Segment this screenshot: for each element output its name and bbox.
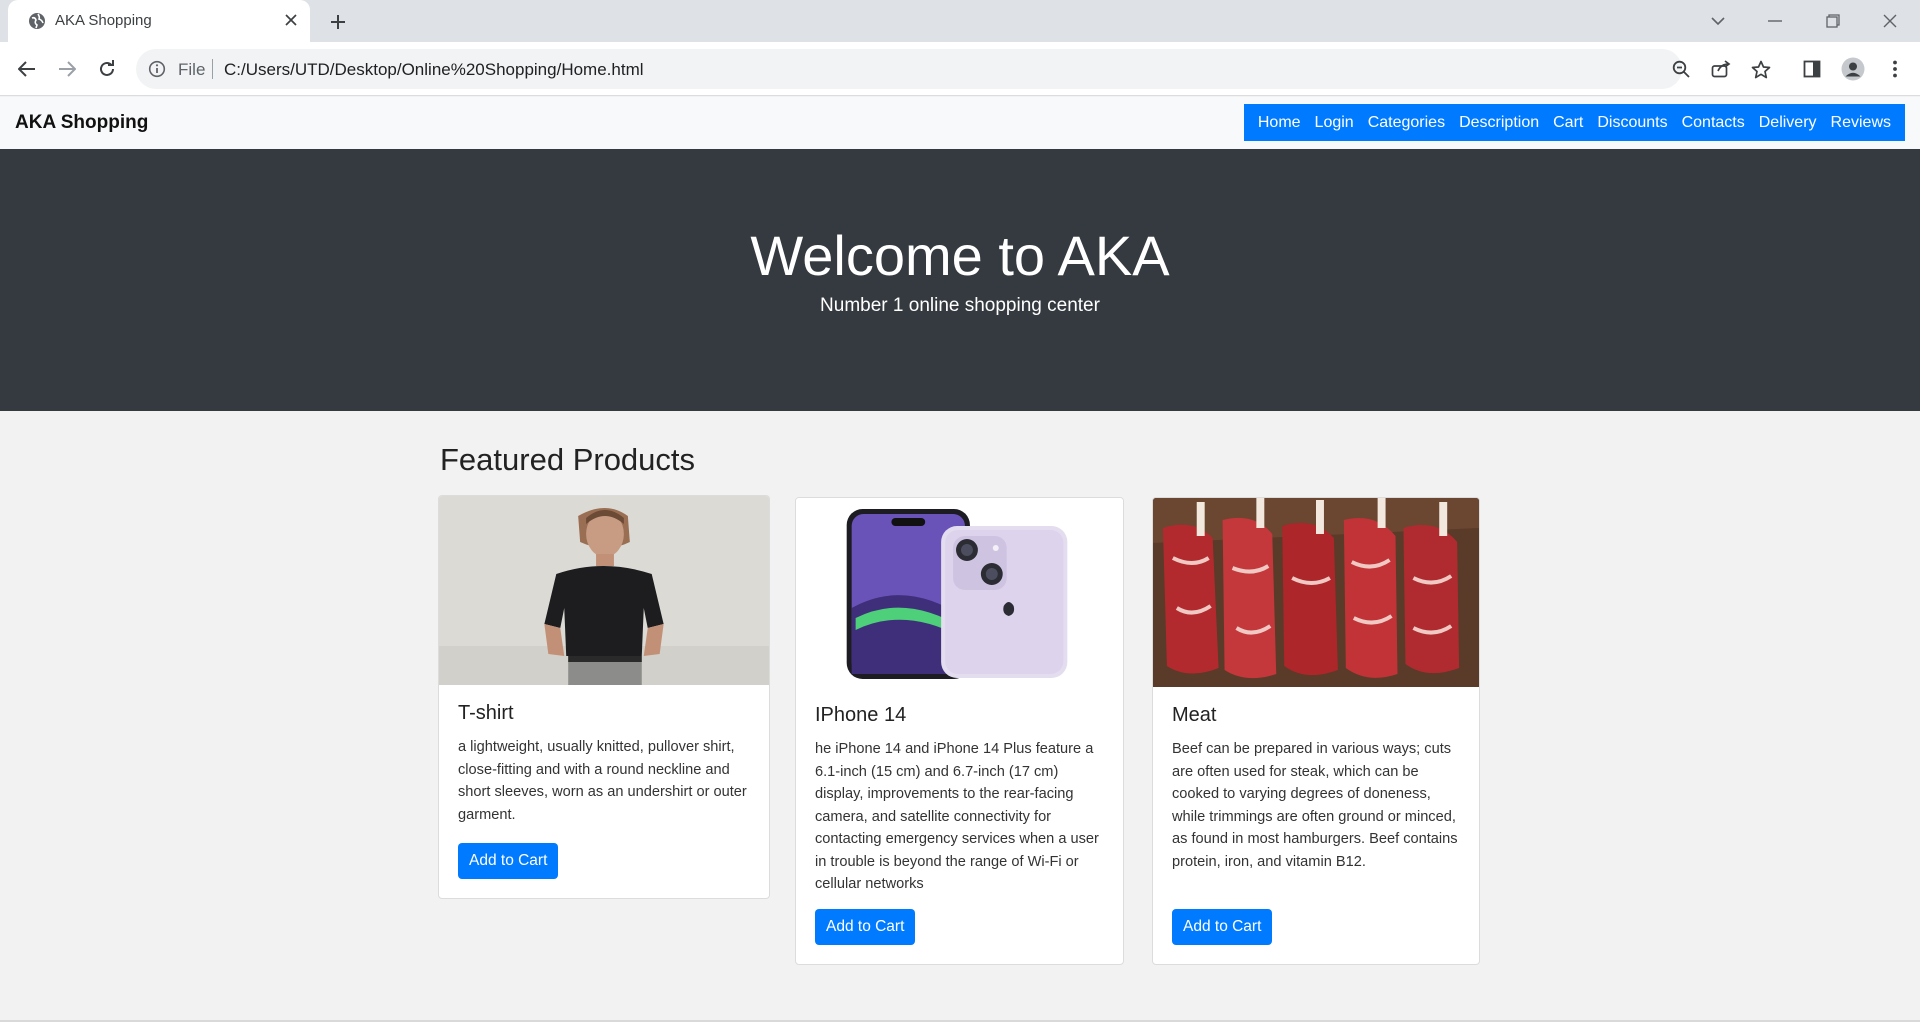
browser-toolbar: File C:/Users/UTD/Desktop/Online%20Shopp…	[0, 42, 1920, 96]
nav-link-discounts[interactable]: Discounts	[1590, 104, 1674, 141]
nav-link-description[interactable]: Description	[1452, 104, 1546, 141]
nav-link-contacts[interactable]: Contacts	[1675, 104, 1752, 141]
product-title: Meat	[1172, 704, 1217, 726]
close-tab-icon[interactable]	[280, 9, 302, 31]
nav-link-login[interactable]: Login	[1308, 104, 1361, 141]
tab-search-chevron-icon[interactable]	[1703, 6, 1733, 36]
bookmark-star-icon[interactable]	[1750, 58, 1772, 80]
omnibox-separator	[212, 59, 213, 79]
product-title: IPhone 14	[815, 704, 907, 726]
add-to-cart-button[interactable]: Add to Cart	[1172, 909, 1273, 945]
scheme-label: File	[178, 60, 206, 79]
zoom-icon[interactable]	[1670, 58, 1692, 80]
product-description: a lightweight, usually knitted, pullover…	[458, 739, 747, 823]
forward-arrow-icon[interactable]	[52, 54, 82, 84]
info-icon[interactable]	[148, 60, 166, 78]
meat-image	[1153, 498, 1479, 687]
product-description: Beef can be prepared in various ways; cu…	[1172, 741, 1458, 870]
address-bar[interactable]: File C:/Users/UTD/Desktop/Online%20Shopp…	[136, 49, 1771, 89]
browser-tabstrip: AKA Shopping	[0, 0, 1920, 42]
nav-link-reviews[interactable]: Reviews	[1824, 104, 1898, 141]
nav-link-delivery[interactable]: Delivery	[1752, 104, 1824, 141]
nav-link-home[interactable]: Home	[1251, 104, 1308, 141]
share-icon[interactable]	[1710, 58, 1732, 80]
globe-icon	[29, 13, 45, 29]
site-navbar: AKA Shopping Home Login Categories Descr…	[0, 97, 1920, 149]
nav-link-cart[interactable]: Cart	[1546, 104, 1590, 141]
product-description: he iPhone 14 and iPhone 14 Plus feature …	[815, 741, 1099, 892]
hero-banner: Welcome to AKA Number 1 online shopping …	[0, 149, 1920, 411]
hero-subtitle: Number 1 online shopping center	[820, 295, 1100, 316]
side-panel-icon[interactable]	[1797, 54, 1827, 84]
hero-title: Welcome to AKA	[750, 224, 1170, 287]
iphone-image	[796, 498, 1123, 687]
back-arrow-icon[interactable]	[12, 54, 42, 84]
add-to-cart-button[interactable]: Add to Cart	[815, 909, 916, 945]
nav-menu: Home Login Categories Description Cart D…	[1243, 104, 1905, 141]
site-brand[interactable]: AKA Shopping	[15, 112, 148, 134]
add-to-cart-button[interactable]: Add to Cart	[458, 843, 559, 879]
minimize-icon[interactable]	[1760, 6, 1790, 36]
product-card-iphone: IPhone 14 he iPhone 14 and iPhone 14 Plu…	[795, 497, 1124, 965]
product-card-meat: Meat Beef can be prepared in various way…	[1152, 497, 1480, 965]
tab-title: AKA Shopping	[55, 12, 152, 29]
web-page: AKA Shopping Home Login Categories Descr…	[0, 97, 1920, 1022]
url-text[interactable]: C:/Users/UTD/Desktop/Online%20Shopping/H…	[224, 60, 644, 80]
profile-avatar-icon[interactable]	[1838, 54, 1868, 84]
new-tab-icon[interactable]	[325, 9, 351, 35]
tshirt-image	[439, 496, 769, 685]
product-title: T-shirt	[458, 702, 514, 724]
nav-link-categories[interactable]: Categories	[1361, 104, 1452, 141]
restore-icon[interactable]	[1818, 6, 1848, 36]
window-close-icon[interactable]	[1875, 6, 1905, 36]
product-card-tshirt: T-shirt a lightweight, usually knitted, …	[438, 495, 770, 899]
section-title: Featured Products	[440, 442, 696, 477]
browser-menu-icon[interactable]	[1880, 54, 1910, 84]
browser-tab[interactable]: AKA Shopping	[8, 0, 310, 42]
reload-icon[interactable]	[92, 54, 122, 84]
